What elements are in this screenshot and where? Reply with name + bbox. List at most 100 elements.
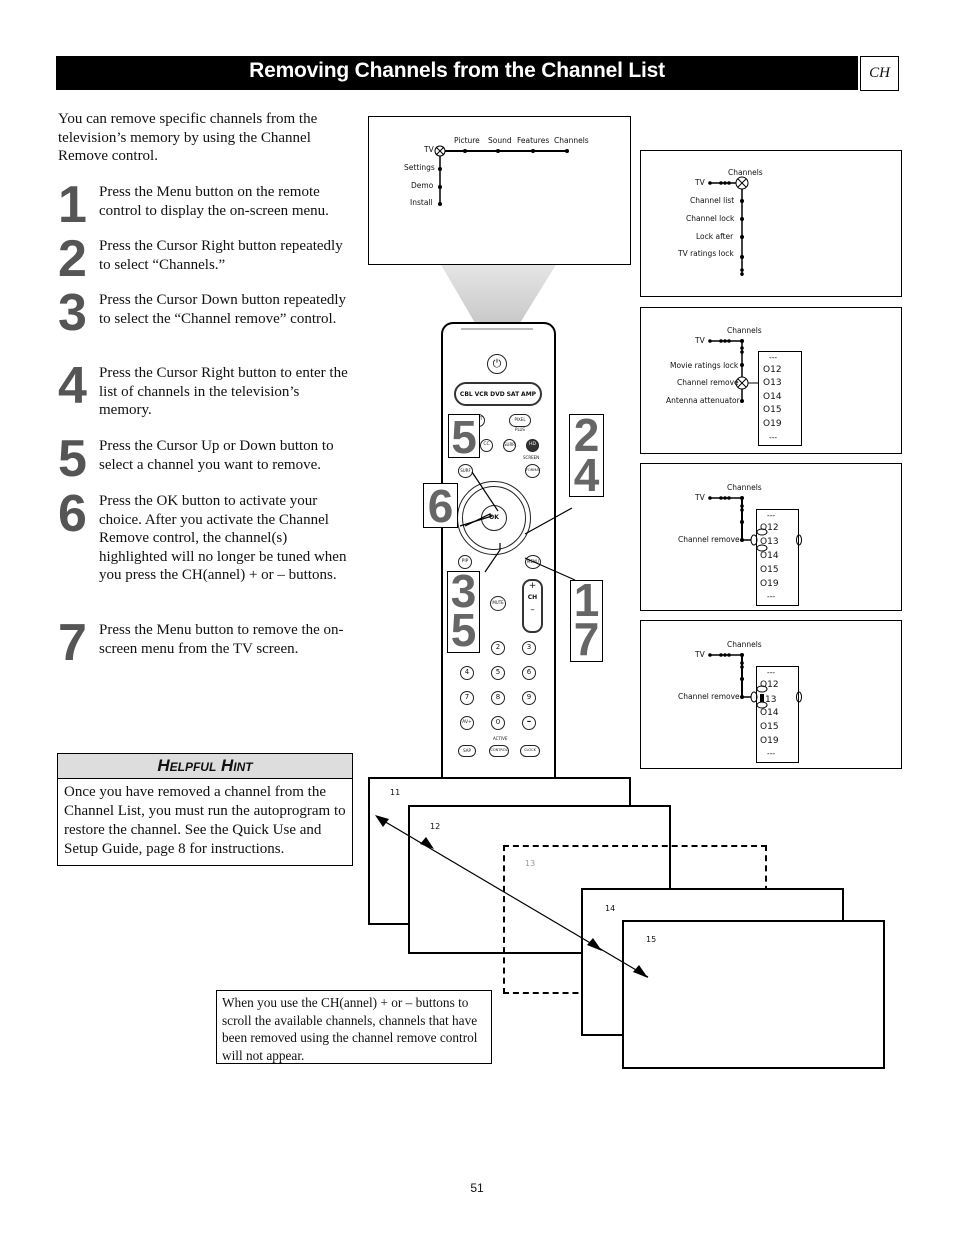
hint-text: Once you have removed a channel from the… bbox=[64, 784, 346, 857]
clock-button[interactable]: CLOCK bbox=[520, 745, 540, 757]
source-sat-button[interactable]: SAT bbox=[507, 391, 520, 398]
channel-list-item[interactable]: O15 bbox=[760, 722, 779, 732]
osd-label-tv: TV bbox=[695, 178, 705, 187]
list-ellipsis-top: --- bbox=[769, 353, 778, 362]
channel-list-item-removed[interactable]: 13 bbox=[760, 694, 776, 705]
cursor-icon bbox=[434, 145, 446, 157]
channel-list-item[interactable]: O19 bbox=[760, 579, 779, 589]
step-5: 5 Press the Cursor Up or Down button to … bbox=[58, 431, 358, 487]
osd-label-channel-lock: Channel lock bbox=[686, 214, 735, 223]
step-number: 5 bbox=[58, 430, 87, 488]
osd-label-tv: TV bbox=[695, 493, 705, 502]
osd-channels-screen: TV Channels Channel list Channel lock Lo… bbox=[640, 150, 902, 297]
channel-list-item[interactable]: O19 bbox=[760, 736, 779, 746]
osd-label-movie-ratings-lock: Movie ratings lock bbox=[670, 361, 739, 370]
arrow-head-icon bbox=[633, 965, 648, 978]
step-text: Press the Cursor Down button repeatedly … bbox=[99, 292, 347, 327]
osd-label-channels: Channels bbox=[554, 136, 589, 145]
step-text: Press the Cursor Right button repeatedly… bbox=[99, 238, 343, 273]
osd-label-picture: Picture bbox=[454, 136, 480, 145]
callout-step-5: 5 bbox=[448, 414, 480, 460]
projection-beam bbox=[440, 263, 557, 323]
dash-button[interactable]: – bbox=[522, 716, 536, 730]
osd-label-settings: Settings bbox=[404, 163, 435, 172]
osd-label-channels: Channels bbox=[727, 483, 762, 492]
step-text: Press the Cursor Right button to enter t… bbox=[99, 365, 348, 418]
osd-label-tv: TV bbox=[424, 145, 434, 154]
digit-7-button[interactable]: 7 bbox=[460, 691, 474, 705]
osd-label-channel-remove: Channel remove bbox=[677, 378, 739, 387]
channel-list-box: --- O12 O13 O14 O15 O19 --- bbox=[758, 351, 802, 446]
intro-text: You can remove specific channels from th… bbox=[58, 111, 318, 164]
osd-label-tv: TV bbox=[695, 650, 705, 659]
channel-list-item[interactable]: O14 bbox=[760, 708, 779, 718]
step-7: 7 Press the Menu button to remove the on… bbox=[58, 615, 358, 671]
page-title: Removing Channels from the Channel List bbox=[249, 59, 665, 82]
step-1: 1 Press the Menu button on the remote co… bbox=[58, 177, 358, 233]
digit-4-button[interactable]: 4 bbox=[460, 666, 474, 680]
osd-label-channels: Channels bbox=[727, 640, 762, 649]
osd-label-features: Features bbox=[517, 136, 550, 145]
av-plus-button[interactable]: AV+ bbox=[460, 716, 474, 730]
list-ellipsis-bottom: --- bbox=[767, 592, 776, 601]
source-vcr-button[interactable]: VCR bbox=[475, 391, 489, 398]
source-dvd-button[interactable]: DVD bbox=[490, 391, 505, 398]
arrow-head-icon bbox=[587, 938, 602, 951]
osd-label-lock-after: Lock after bbox=[696, 232, 734, 241]
section-tag: CH bbox=[860, 56, 899, 91]
callout-steps-2-4: 2 4 bbox=[569, 412, 604, 498]
osd-channel-remove-screen: TV Channels Movie ratings lock Channel r… bbox=[640, 307, 902, 454]
channel-list-item[interactable]: O19 bbox=[763, 419, 782, 429]
scroll-arrow bbox=[375, 815, 649, 978]
channel-list-item[interactable]: O12 bbox=[763, 365, 782, 375]
hint-title: Helpful Hint bbox=[58, 754, 352, 779]
source-amp-button[interactable]: AMP bbox=[521, 391, 536, 398]
channel-list-item[interactable]: O13 bbox=[763, 378, 782, 388]
step-number: 6 bbox=[58, 485, 87, 543]
osd-label-channel-list: Channel list bbox=[690, 196, 735, 205]
page-header-bar: Removing Channels from the Channel List bbox=[56, 56, 858, 90]
scroll-note: When you use the CH(annel) + or – button… bbox=[216, 990, 492, 1064]
digit-5-button[interactable]: 5 bbox=[491, 666, 505, 680]
step-3: 3 Press the Cursor Down button repeatedl… bbox=[58, 285, 358, 351]
channel-list-box: --- O12 13 O14 O15 O19 --- bbox=[756, 666, 799, 763]
digit-0-button[interactable]: 0 bbox=[491, 716, 505, 730]
cursor-icon bbox=[735, 176, 749, 190]
removed-marker-icon bbox=[760, 694, 764, 702]
digit-9-button[interactable]: 9 bbox=[522, 691, 536, 705]
list-ellipsis-top: --- bbox=[767, 511, 776, 520]
callout-steps-3-5: 3 5 bbox=[447, 568, 480, 653]
osd-label-install: Install bbox=[410, 198, 433, 207]
page-number: 51 bbox=[470, 1181, 484, 1195]
channel-list-box: --- O12 O13 O14 O15 O19 --- bbox=[756, 509, 799, 606]
step-text: Press the Menu button on the remote cont… bbox=[99, 184, 329, 219]
step-text: Press the Cursor Up or Down button to se… bbox=[99, 438, 334, 473]
channel-list-item[interactable]: O14 bbox=[763, 392, 782, 402]
callout-step-6: 6 bbox=[423, 483, 458, 529]
channel-list-item[interactable]: O15 bbox=[763, 405, 782, 415]
osd-label-sound: Sound bbox=[488, 136, 512, 145]
osd-label-antenna-attenuator: Antenna attenuator bbox=[666, 396, 740, 405]
channel-list-item[interactable]: O14 bbox=[760, 551, 779, 561]
channel-list-item[interactable]: O15 bbox=[760, 565, 779, 575]
list-ellipsis-top: --- bbox=[767, 668, 776, 677]
callout-steps-1-7: 1 7 bbox=[570, 577, 603, 662]
step-4: 4 Press the Cursor Right button to enter… bbox=[58, 358, 358, 424]
source-cbl-button[interactable]: CBL bbox=[460, 391, 473, 398]
step-2: 2 Press the Cursor Right button repeated… bbox=[58, 231, 358, 287]
helpful-hint-box: Helpful Hint Once you have removed a cha… bbox=[57, 753, 353, 866]
sap-button[interactable]: SAP bbox=[458, 745, 476, 757]
step-text: Press the Menu button to remove the on-s… bbox=[99, 622, 344, 657]
digit-6-button[interactable]: 6 bbox=[522, 666, 536, 680]
osd-label-channels: Channels bbox=[728, 168, 763, 177]
channel-list-item-selected[interactable]: O13 bbox=[760, 537, 779, 547]
osd-label-tv: TV bbox=[695, 336, 705, 345]
channel-list-item[interactable]: O12 bbox=[760, 523, 779, 533]
digit-8-button[interactable]: 8 bbox=[491, 691, 505, 705]
active-control-button[interactable]: CONTROL bbox=[489, 745, 509, 757]
power-button[interactable]: ⏻ bbox=[487, 354, 507, 374]
channel-list-item[interactable]: O12 bbox=[760, 680, 779, 690]
step-6: 6 Press the OK button to activate your c… bbox=[58, 486, 358, 607]
step-number: 2 bbox=[58, 230, 87, 288]
osd-label-tv-ratings-lock: TV ratings lock bbox=[678, 249, 734, 258]
